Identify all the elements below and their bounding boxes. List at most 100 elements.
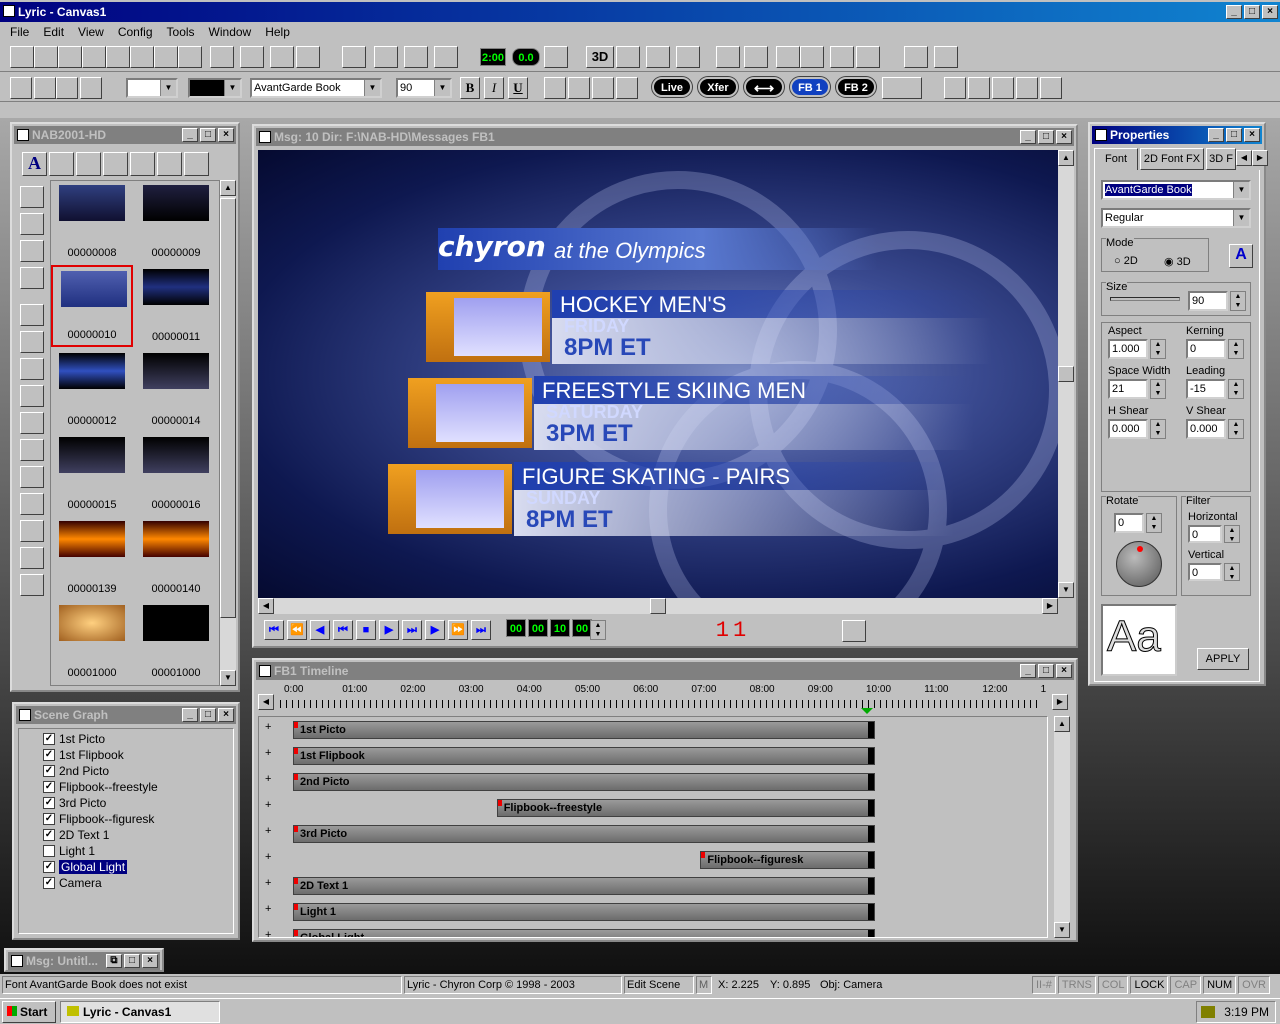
- track-expand-icon[interactable]: +: [265, 903, 271, 915]
- minimized-title-bar[interactable]: Msg: Untitl... ⧉ □ ×: [8, 952, 160, 970]
- track-expand-icon[interactable]: +: [265, 825, 271, 837]
- transport-next-mark-icon[interactable]: ⏭: [402, 620, 422, 640]
- rect-a-icon-button[interactable]: [716, 46, 740, 68]
- library-tool-3-icon[interactable]: [20, 267, 44, 289]
- leading-input[interactable]: -15: [1186, 379, 1226, 399]
- scene-node-checkbox[interactable]: ✓: [43, 781, 55, 793]
- properties-tab-2[interactable]: 3D F: [1206, 148, 1236, 170]
- timeline-scroll-down[interactable]: ▼: [1054, 922, 1070, 938]
- rect-c-icon-button[interactable]: [904, 46, 928, 68]
- vshear-spinner[interactable]: ▲ ▼: [1228, 419, 1244, 439]
- library-minimize[interactable]: _: [182, 128, 198, 142]
- spacewidth-input[interactable]: 21: [1108, 379, 1148, 399]
- library-tool-12-icon[interactable]: [20, 520, 44, 542]
- track-expand-icon[interactable]: +: [265, 799, 271, 811]
- preview-icon-button[interactable]: [434, 46, 458, 68]
- transport-play-icon[interactable]: ▶: [379, 620, 399, 640]
- font-size-dropdown[interactable]: 90 ▼: [396, 78, 452, 98]
- chart-icon-button[interactable]: [544, 46, 568, 68]
- layout-tool-3-icon[interactable]: [1016, 77, 1038, 99]
- scroll-thumb[interactable]: [220, 198, 236, 618]
- track-start-handle[interactable]: [294, 878, 298, 884]
- mode-2d-radio[interactable]: ○ 2D: [1114, 255, 1138, 267]
- rotate-tool-icon[interactable]: [34, 77, 56, 99]
- track-end-handle[interactable]: [868, 774, 874, 790]
- align-center-icon[interactable]: [568, 77, 590, 99]
- scene-node-checkbox[interactable]: ✓: [43, 813, 55, 825]
- menu-config[interactable]: Config: [118, 25, 153, 39]
- scene-node[interactable]: ✓ Flipbook--freestyle: [43, 779, 233, 795]
- thumbnail-00000012[interactable]: 00000012: [51, 349, 133, 431]
- library-tool-5-icon[interactable]: [20, 331, 44, 353]
- properties-tab-0[interactable]: Font: [1094, 148, 1138, 170]
- aspect-spinner[interactable]: ▲ ▼: [1150, 339, 1166, 359]
- swap-button[interactable]: ⟷: [744, 77, 784, 97]
- btn-00[interactable]: 0.0: [512, 48, 540, 66]
- track-bar[interactable]: 1st Picto: [293, 721, 875, 739]
- undo-icon-button[interactable]: [210, 46, 234, 68]
- start-button[interactable]: Start: [2, 1001, 56, 1023]
- track-start-handle[interactable]: [701, 852, 706, 858]
- size-spinner[interactable]: ▲ ▼: [1230, 291, 1246, 311]
- xfer-button[interactable]: Xfer: [698, 77, 738, 97]
- minimized-maximize[interactable]: □: [124, 954, 140, 968]
- thumbnail-00000014[interactable]: 00000014: [135, 349, 217, 431]
- timeline-scroll-up[interactable]: ▲: [1054, 716, 1070, 732]
- rotate-dial[interactable]: [1116, 541, 1162, 587]
- btn-200[interactable]: 2:00: [480, 48, 506, 66]
- scene-node[interactable]: ✓ Global Light: [43, 859, 233, 875]
- new-file-icon-button[interactable]: [10, 46, 34, 68]
- timeline-vscroll[interactable]: ▲ ▼: [1054, 716, 1070, 938]
- menu-file[interactable]: File: [10, 25, 29, 39]
- timeline-close[interactable]: ×: [1056, 664, 1072, 678]
- track-start-handle[interactable]: [294, 904, 298, 910]
- track-expand-icon[interactable]: +: [265, 721, 271, 733]
- library-tool-1-icon[interactable]: [20, 213, 44, 235]
- thumbnail-00000011[interactable]: 00000011: [135, 265, 217, 347]
- redo-icon-button[interactable]: [240, 46, 264, 68]
- timecode-digit[interactable]: 00: [528, 619, 548, 637]
- scene-node-checkbox[interactable]: ✓: [43, 749, 55, 761]
- kerning-input[interactable]: 0: [1186, 339, 1226, 359]
- library-maximize[interactable]: □: [200, 128, 216, 142]
- track-expand-icon[interactable]: +: [265, 877, 271, 889]
- delete-icon-button[interactable]: [178, 46, 202, 68]
- cut-icon-button[interactable]: [130, 46, 154, 68]
- track-end-handle[interactable]: [867, 852, 874, 868]
- track-end-handle[interactable]: [868, 930, 874, 937]
- scene-node[interactable]: Light 1: [43, 843, 233, 859]
- ruler-right[interactable]: ▶: [1052, 694, 1068, 710]
- btn-3d[interactable]: 3D: [586, 46, 614, 68]
- thumbnail-00001000[interactable]: 00001000: [135, 601, 217, 683]
- minimize-button[interactable]: _: [1226, 5, 1242, 19]
- help-icon-button[interactable]: [270, 46, 294, 68]
- tabs-scroll-right[interactable]: ▶: [1252, 150, 1268, 166]
- library-tool-11-icon[interactable]: [20, 493, 44, 515]
- properties-close[interactable]: ×: [1244, 128, 1260, 142]
- hshear-spinner[interactable]: ▲ ▼: [1150, 419, 1166, 439]
- track-bar[interactable]: 2nd Picto: [293, 773, 875, 791]
- scene-node[interactable]: ✓ 3rd Picto: [43, 795, 233, 811]
- track-end-handle[interactable]: [868, 904, 874, 920]
- move-tool-icon[interactable]: [80, 77, 102, 99]
- fb1-button[interactable]: FB 1: [790, 77, 830, 97]
- properties-maximize[interactable]: □: [1226, 128, 1242, 142]
- menu-edit[interactable]: Edit: [43, 25, 64, 39]
- rotate-spinner[interactable]: ▲ ▼: [1146, 513, 1162, 533]
- track-bar[interactable]: Flipbook--figuresk: [700, 851, 875, 869]
- abc-icon-button[interactable]: [296, 46, 320, 68]
- timeline-title-bar[interactable]: FB1 Timeline _ □ ×: [256, 662, 1074, 680]
- scene-node-checkbox[interactable]: ✓: [43, 861, 55, 873]
- kerning-spinner[interactable]: ▲ ▼: [1228, 339, 1244, 359]
- minimized-close[interactable]: ×: [142, 954, 158, 968]
- hscroll-thumb[interactable]: [650, 598, 666, 614]
- horizontal-input[interactable]: 0: [1188, 525, 1222, 543]
- bold-button[interactable]: B: [460, 77, 480, 99]
- scroll-down-button[interactable]: ▼: [220, 670, 236, 686]
- spacewidth-spinner[interactable]: ▲ ▼: [1150, 379, 1166, 399]
- size-input[interactable]: 90: [1188, 291, 1228, 311]
- hscroll-left[interactable]: ◀: [258, 598, 274, 614]
- layout-tool-1-icon[interactable]: [968, 77, 990, 99]
- track-end-handle[interactable]: [868, 722, 874, 738]
- library-tab-clip-a-icon[interactable]: [103, 152, 128, 176]
